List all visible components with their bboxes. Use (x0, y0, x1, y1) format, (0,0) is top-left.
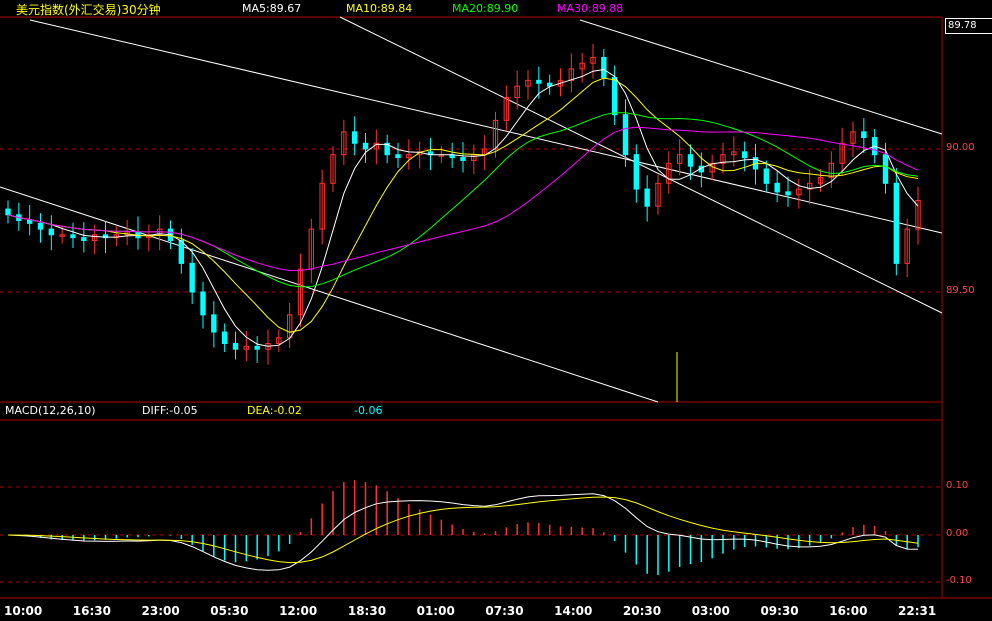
macd-diff: DIFF:-0.05 (142, 404, 198, 417)
candle-body (763, 168, 770, 184)
candle-body (211, 314, 217, 333)
candle-body (5, 208, 11, 216)
candle-body (37, 222, 44, 230)
y-tick-macd-0-00: 0.00 (946, 528, 969, 539)
price-chart[interactable] (0, 0, 992, 621)
time-tick: 22:31 (898, 604, 937, 618)
candle-body (546, 82, 553, 87)
candle-body (395, 154, 401, 159)
time-tick: 07:30 (485, 604, 524, 618)
candle-body (785, 191, 791, 196)
candle-body (48, 228, 55, 236)
macd-histogram (18, 480, 919, 576)
trend-line-4[interactable] (579, 19, 943, 135)
candlestick-series (5, 43, 921, 365)
macd-dea: DEA:-0.02 (247, 404, 302, 417)
candle-body (200, 291, 206, 316)
candle-body (189, 262, 195, 293)
candle-body (221, 331, 228, 344)
y-tick-macd-neg-0-10: -0.10 (946, 575, 972, 586)
candle-body (687, 154, 694, 167)
y-tick-89-50: 89.50 (946, 285, 975, 296)
candle-body (893, 182, 900, 264)
time-tick: 16:00 (829, 604, 868, 618)
candle-body (460, 157, 466, 161)
time-tick: 12:00 (279, 604, 318, 618)
macd-name: MACD(12,26,10) (5, 404, 96, 417)
moving-average-lines (7, 68, 919, 347)
time-tick: 18:30 (347, 604, 387, 618)
candle-body (622, 114, 629, 156)
trend-line-1[interactable] (29, 19, 943, 234)
candle-body (882, 154, 889, 184)
time-tick: 01:00 (416, 604, 455, 618)
candle-body (536, 79, 542, 84)
time-tick: 03:00 (691, 604, 730, 618)
candle-body (633, 154, 640, 190)
candle-body (70, 234, 76, 239)
candle-body (774, 182, 780, 193)
time-tick: 05:30 (210, 604, 249, 618)
time-tick: 23:00 (141, 604, 180, 618)
time-tick: 16:30 (72, 604, 111, 618)
candle-body (351, 131, 358, 144)
time-tick: 10:00 (4, 604, 43, 618)
ma10-line (7, 77, 919, 333)
time-tick: 20:30 (622, 604, 662, 618)
time-tick: 09:30 (760, 604, 799, 618)
candle-body (232, 342, 239, 350)
macd-value: -0.06 (354, 404, 383, 417)
candle-body (601, 56, 607, 78)
candle-body (741, 151, 748, 159)
candle-body (362, 142, 369, 150)
candle-body (178, 240, 185, 264)
y-tick-90-00: 90.00 (946, 142, 975, 153)
last-price-box: 89.78 (945, 18, 992, 34)
y-tick-macd-0-10: 0.10 (946, 480, 969, 491)
candle-body (81, 237, 87, 242)
ma20-line (7, 112, 919, 288)
candle-body (254, 345, 260, 350)
candle-body (861, 131, 867, 139)
time-tick: 14:00 (554, 604, 593, 618)
ma5-line (7, 68, 919, 347)
candle-body (611, 77, 618, 116)
candle-body (26, 220, 33, 224)
candle-body (644, 188, 650, 207)
